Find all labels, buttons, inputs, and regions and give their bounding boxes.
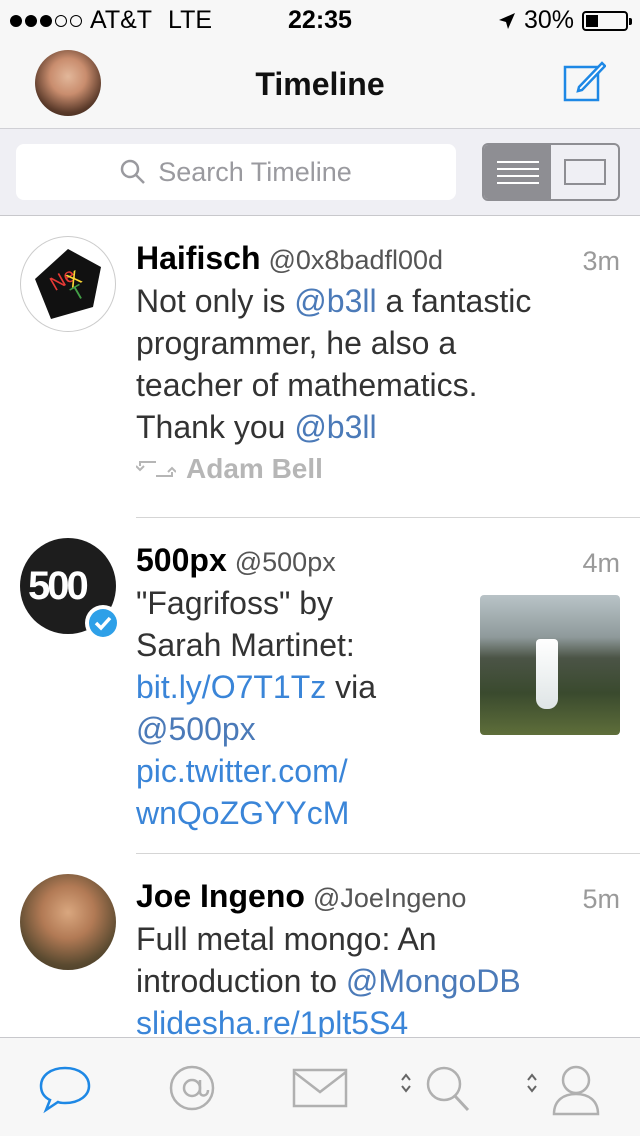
verified-badge-icon [85, 605, 121, 641]
search-bar: Search Timeline [0, 128, 640, 216]
battery-icon [582, 10, 632, 31]
url-link[interactable]: wnQoZGYYcM [136, 792, 376, 834]
search-placeholder: Search Timeline [158, 156, 352, 187]
next-logo-icon: Ne X T [35, 249, 101, 319]
tweet-author-name[interactable]: 500px [136, 542, 227, 578]
mention-link[interactable]: @b3ll [294, 283, 376, 319]
battery-percent: 30% [523, 6, 574, 34]
navigation-bar: Timeline [0, 40, 640, 128]
tab-bar [0, 1037, 640, 1136]
url-link[interactable]: slidesha.re/1plt5S4 [136, 1002, 521, 1037]
tweet-timestamp: 3m [582, 246, 620, 276]
location-arrow-icon [498, 12, 515, 29]
tweet-text: Not only is @b3ll a fantastic programmer… [136, 280, 531, 490]
tweet-author-name[interactable]: Joe Ingeno [136, 878, 305, 914]
mentions-tab-icon[interactable] [168, 1064, 216, 1112]
view-mode-toggle[interactable] [482, 143, 620, 201]
messages-tab-icon[interactable] [292, 1068, 348, 1108]
url-link[interactable]: bit.ly/O7T1Tz [136, 669, 326, 705]
timeline-tab-icon[interactable] [38, 1064, 92, 1114]
tweet-timestamp: 5m [582, 884, 620, 914]
retweet-icon [136, 461, 176, 477]
tweet-text: Full metal mongo: An introduction to @Mo… [136, 918, 521, 1037]
tweet-media-thumbnail[interactable] [480, 595, 620, 735]
retweet-indicator: Adam Bell [136, 448, 531, 490]
500px-logo-text: 500 [28, 564, 89, 608]
tweet-author-handle[interactable]: @0x8badfl00d [268, 245, 443, 275]
mention-link[interactable]: @MongoDB [346, 963, 521, 999]
tweet-row[interactable]: Joe Ingeno @JoeIngeno 5m Full metal mongo… [0, 854, 640, 1037]
list-view-icon [496, 161, 539, 184]
mention-link[interactable]: @500px [136, 708, 376, 750]
mention-link[interactable]: @b3ll [294, 409, 376, 445]
tweet-timestamp: 4m [582, 548, 620, 578]
tweet-author-handle[interactable]: @500px [235, 547, 336, 577]
avatar[interactable]: Ne X T [20, 236, 116, 332]
compose-icon[interactable] [562, 60, 606, 104]
search-tab-icon[interactable] [398, 1062, 474, 1116]
status-bar: AT&T LTE 22:35 30% [0, 0, 640, 40]
search-icon [120, 159, 146, 184]
avatar[interactable] [20, 874, 116, 970]
tweet-text: "Fagrifoss" by Sarah Martinet: bit.ly/O7… [136, 582, 376, 834]
url-link[interactable]: pic.twitter.com/ [136, 750, 376, 792]
waterfall-graphic [536, 639, 558, 709]
tweet-row[interactable]: 500 500px @500px 4m "Fagrifoss" by Sarah … [0, 518, 640, 854]
page-title: Timeline [255, 66, 385, 102]
retweeted-by-name[interactable]: Adam Bell [186, 448, 323, 490]
list-view-button[interactable] [484, 145, 551, 199]
profile-tab-icon[interactable] [524, 1062, 604, 1116]
card-view-icon [563, 159, 606, 185]
search-input[interactable]: Search Timeline [16, 144, 456, 200]
tweet-row[interactable]: Ne X T Haifisch @0x8badfl00d 3m Not only … [0, 216, 640, 518]
tweet-author-handle[interactable]: @JoeIngeno [313, 883, 467, 913]
card-view-button[interactable] [551, 145, 618, 199]
tweet-author-name[interactable]: Haifisch [136, 240, 260, 276]
